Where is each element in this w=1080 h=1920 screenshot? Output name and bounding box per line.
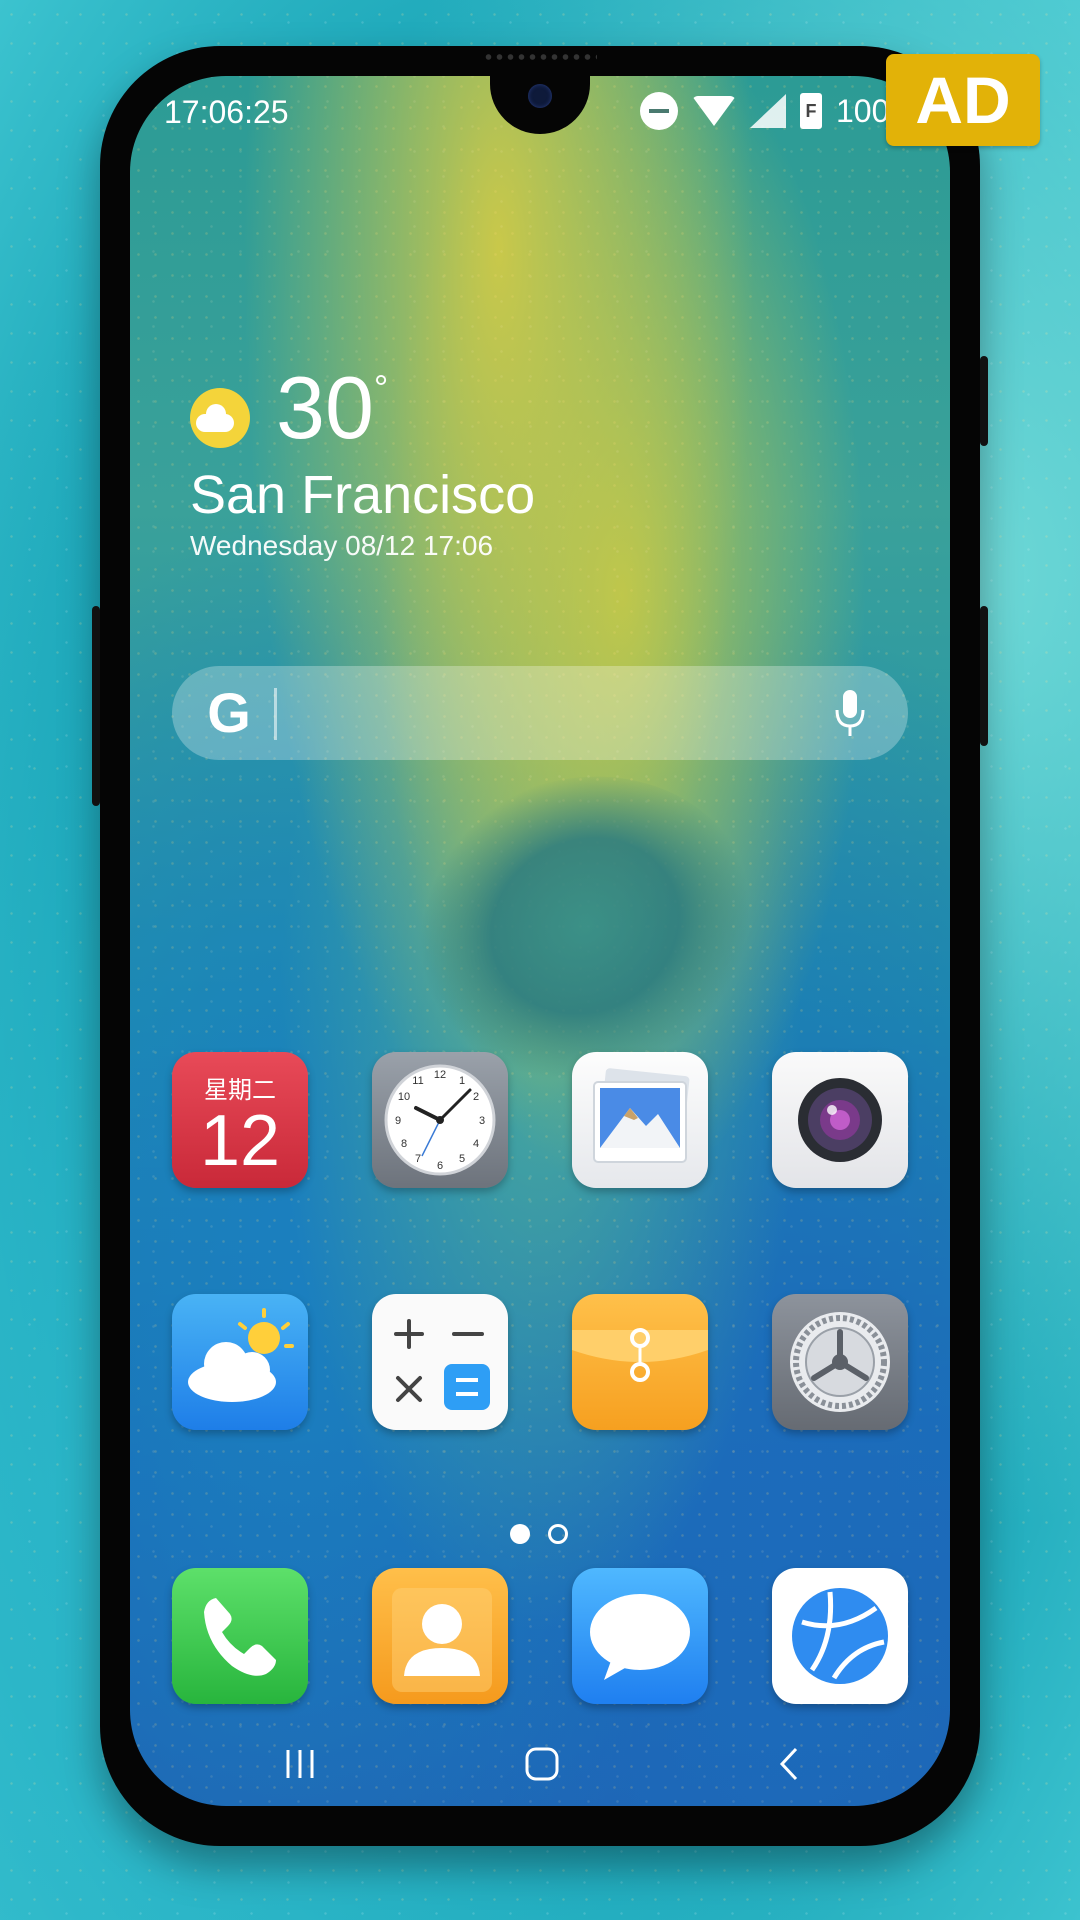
svg-text:2: 2 (473, 1091, 479, 1103)
svg-text:9: 9 (395, 1115, 401, 1127)
page-dot-2[interactable] (548, 1524, 568, 1544)
weather-city[interactable]: San Francisco (190, 464, 535, 526)
temperature-value: 30 (276, 358, 374, 457)
calendar-app-icon[interactable]: 星期二 12 (172, 1052, 308, 1188)
contacts-app-icon[interactable] (372, 1568, 508, 1704)
side-button (980, 606, 988, 746)
status-icons: F 100 (640, 92, 889, 130)
ad-badge[interactable]: AD (886, 54, 1040, 146)
earpiece-speaker (483, 52, 597, 62)
google-search-bar[interactable]: G (172, 666, 908, 760)
phone-app-icon[interactable] (172, 1568, 308, 1704)
page-dot-1[interactable] (510, 1524, 530, 1544)
svg-text:11: 11 (412, 1075, 423, 1087)
svg-text:5: 5 (459, 1153, 465, 1165)
svg-text:8: 8 (401, 1138, 407, 1150)
file-manager-app-icon[interactable] (572, 1294, 708, 1430)
weather-app-icon[interactable] (172, 1294, 308, 1430)
search-cursor (274, 688, 277, 740)
calendar-weekday: 星期二 (204, 1077, 276, 1104)
degree-symbol: ° (373, 367, 389, 408)
status-time: 17:06:25 (164, 94, 289, 130)
svg-text:4: 4 (473, 1138, 479, 1150)
back-button[interactable] (772, 1746, 808, 1787)
calendar-day: 12 (199, 1101, 281, 1181)
microphone-icon[interactable] (832, 686, 868, 740)
battery-percent: 100 (836, 92, 890, 129)
power-button (980, 356, 988, 446)
svg-text:1: 1 (459, 1075, 465, 1087)
weather-sun-cloud-icon[interactable] (190, 388, 250, 448)
home-button[interactable] (524, 1746, 560, 1787)
weather-temperature[interactable]: 30° (276, 364, 388, 452)
settings-app-icon[interactable] (772, 1294, 908, 1430)
weather-date: Wednesday 08/12 17:06 (190, 530, 494, 561)
signal-icon (750, 94, 786, 128)
clock-app-icon[interactable]: 12 1 2 345 678 9 10 11 (372, 1052, 508, 1188)
page-indicator[interactable] (510, 1524, 568, 1544)
front-camera (528, 84, 552, 108)
google-g-icon[interactable]: G (202, 685, 256, 741)
camera-app-icon[interactable] (772, 1052, 908, 1188)
gallery-app-icon[interactable] (572, 1052, 708, 1188)
wifi-icon (692, 96, 736, 126)
svg-text:10: 10 (398, 1091, 410, 1103)
messages-app-icon[interactable] (572, 1568, 708, 1704)
svg-text:3: 3 (479, 1115, 485, 1127)
calculator-app-icon[interactable] (372, 1294, 508, 1430)
svg-text:6: 6 (437, 1160, 443, 1172)
recents-button[interactable] (282, 1746, 318, 1787)
battery-icon: F (800, 93, 822, 129)
svg-text:7: 7 (415, 1153, 421, 1165)
do-not-disturb-icon (640, 92, 678, 130)
browser-app-icon[interactable] (772, 1568, 908, 1704)
home-screen (130, 76, 950, 1806)
svg-text:12: 12 (434, 1069, 446, 1081)
volume-button (92, 606, 100, 806)
